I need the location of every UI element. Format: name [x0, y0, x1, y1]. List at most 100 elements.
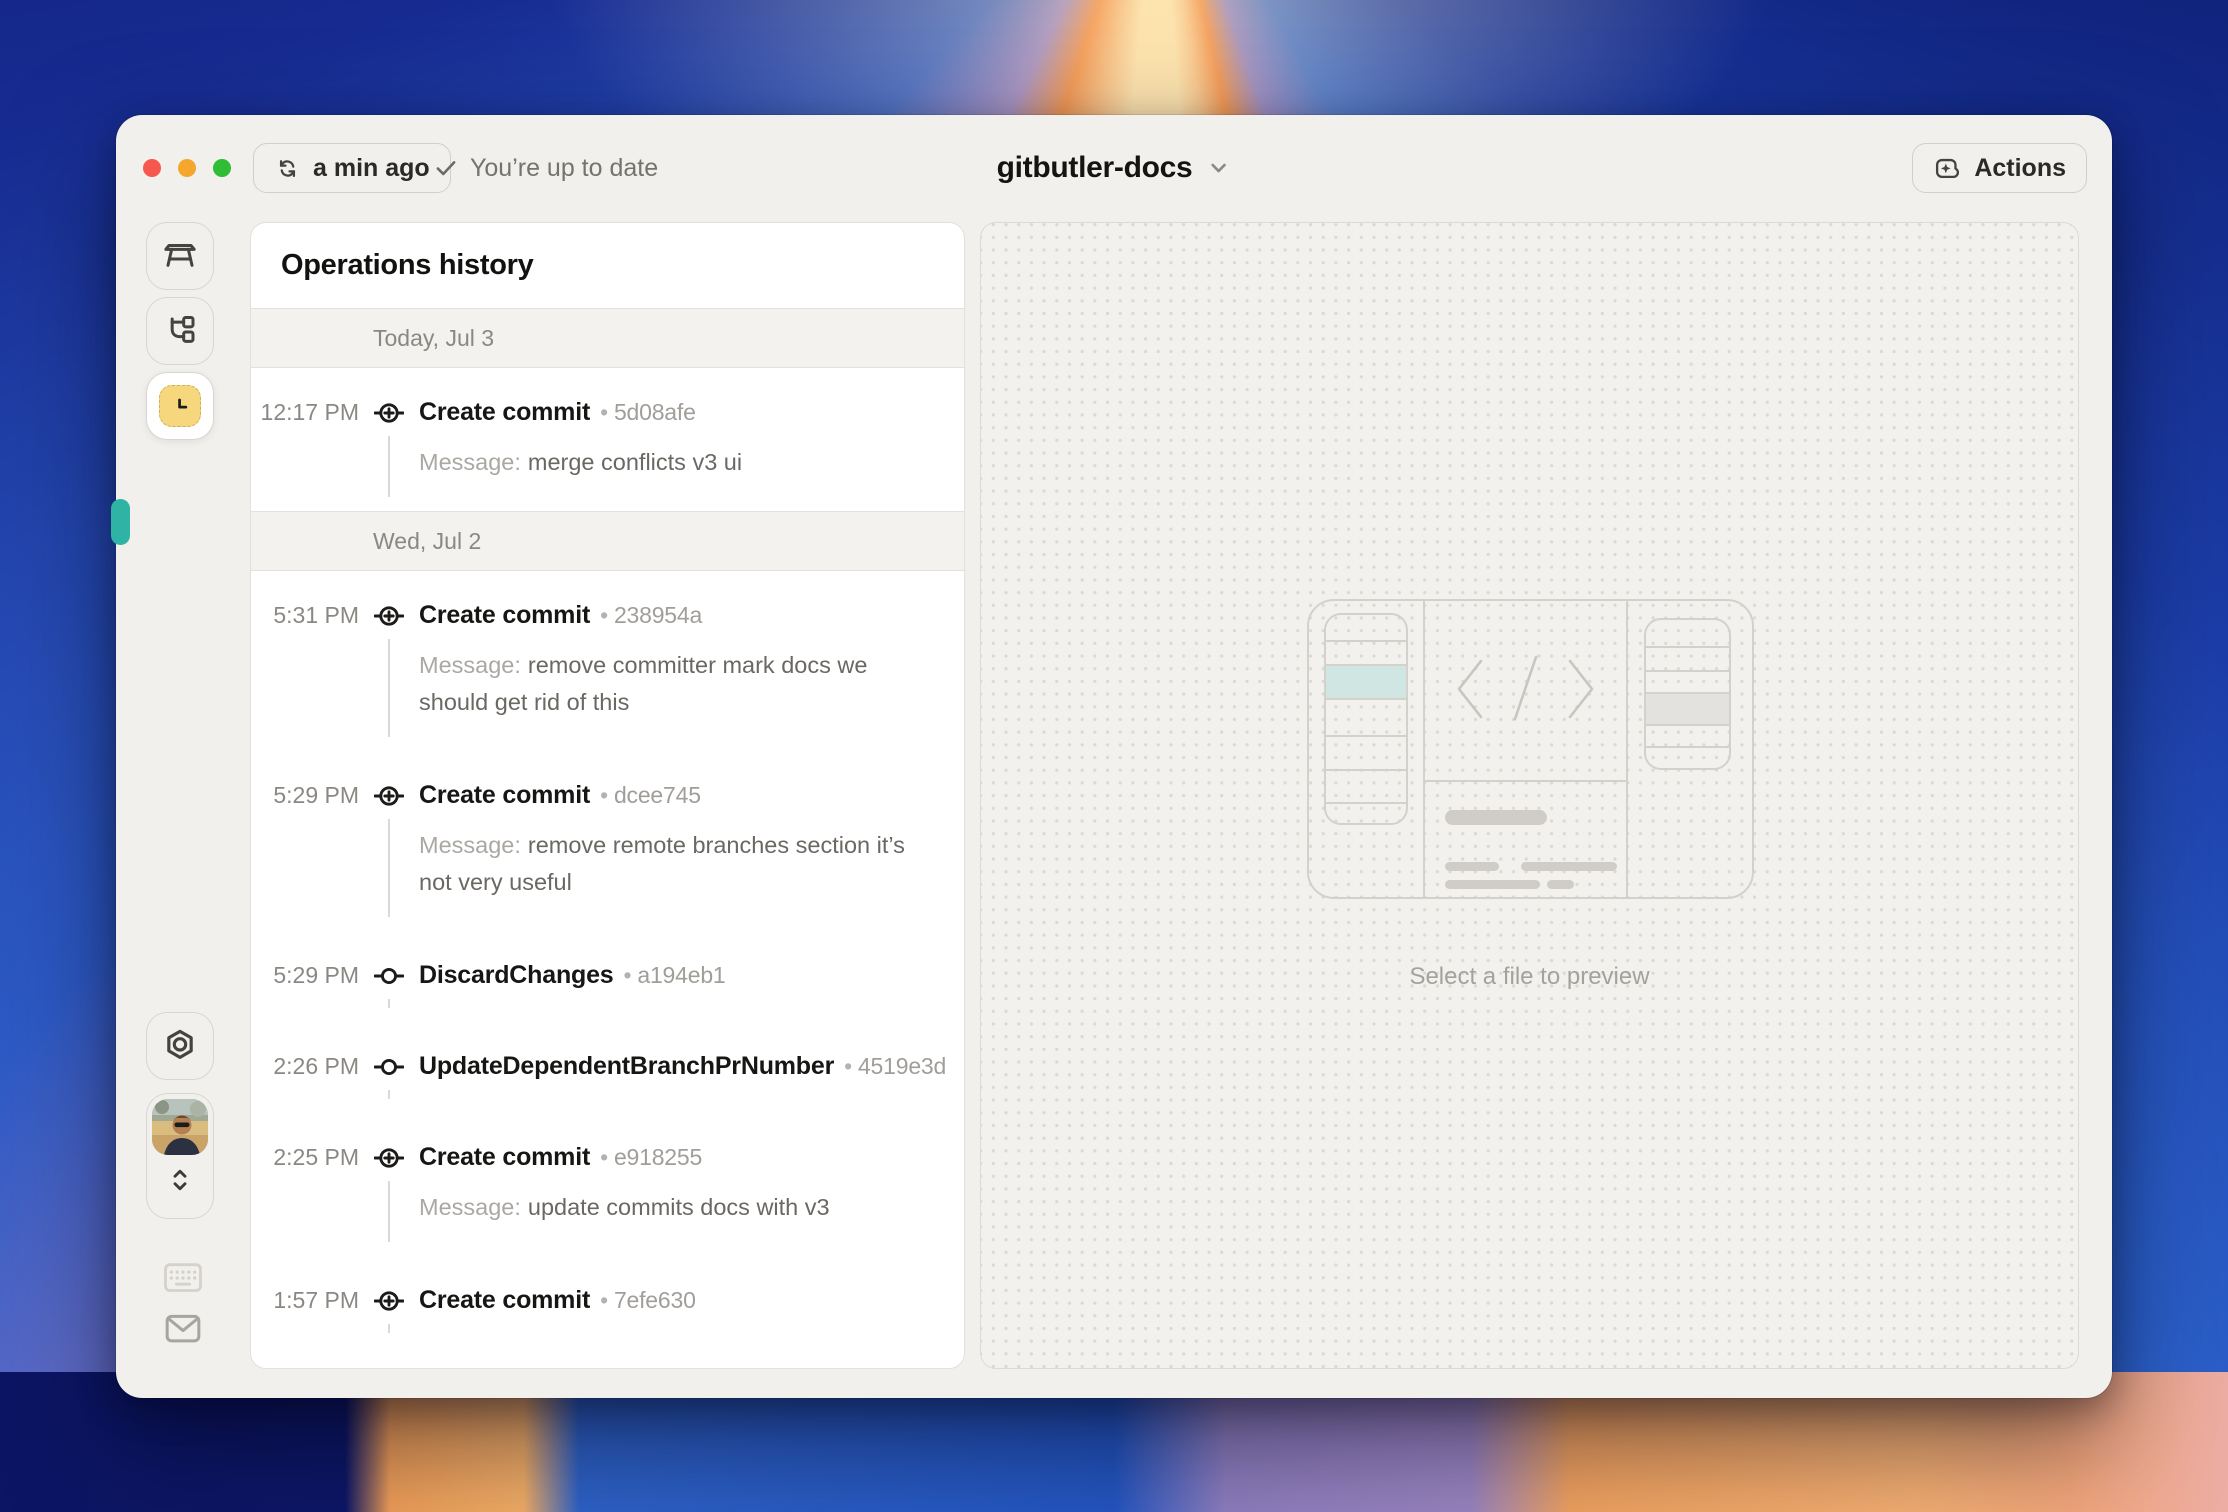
operations-history-panel: Operations history Today, Jul 3 12:17 PM…	[250, 222, 965, 1369]
date-header: Wed, Jul 2	[251, 511, 964, 571]
sidebar	[111, 222, 250, 1398]
sidebar-item-settings[interactable]	[146, 1012, 214, 1080]
entry-icon-column	[359, 1140, 419, 1242]
bullet: •	[600, 399, 608, 425]
entry-time: 2:26 PM	[273, 1053, 359, 1079]
operation-entry[interactable]: 5:29 PM DiscardChanges • a194eb1	[251, 931, 964, 1022]
sidebar-item-branches[interactable]	[146, 297, 214, 365]
bullet: •	[844, 1053, 852, 1079]
commit-icon	[374, 1058, 404, 1076]
commit-plus-icon	[374, 786, 404, 806]
workbench-icon	[164, 244, 196, 267]
sidebar-item-workspace[interactable]	[146, 222, 214, 290]
project-name: gitbutler-docs	[996, 151, 1193, 184]
connector-line	[388, 819, 390, 917]
actions-button[interactable]: Actions	[1912, 143, 2087, 193]
connector-line	[388, 436, 390, 497]
commit-plus-icon	[374, 606, 404, 626]
zoom-button[interactable]	[213, 159, 231, 177]
history-group: Wed, Jul 2 5:31 PM Create commit • 238954a…	[251, 511, 964, 1347]
entry-content: Create commit • dcee745 Message: remove rem…	[419, 778, 936, 901]
entry-message: Message: remove remote branches section i…	[419, 827, 919, 901]
message-label: Message:	[419, 1194, 521, 1220]
date-header-label: Wed, Jul 2	[373, 527, 482, 554]
feedback-button[interactable]	[116, 1312, 250, 1346]
entry-title: DiscardChanges	[419, 961, 614, 989]
traffic-lights	[143, 159, 231, 177]
entry-icon-column	[359, 778, 419, 917]
entry-title: Create commit	[419, 601, 591, 629]
message-text: update commits docs with v3	[527, 1194, 830, 1220]
entry-icon-column	[359, 958, 419, 1008]
branches-icon	[170, 316, 195, 343]
entry-content: DiscardChanges • a194eb1	[419, 958, 936, 992]
entry-hash: 238954a	[613, 602, 703, 628]
entry-time: 5:29 PM	[273, 962, 359, 988]
operation-entry[interactable]: 5:31 PM Create commit • 238954a Message: re…	[251, 571, 964, 751]
entry-icon-column	[359, 1049, 419, 1099]
commit-plus-icon	[374, 403, 404, 423]
actions-button-label: Actions	[1974, 153, 2066, 182]
keyboard-icon	[164, 1263, 202, 1292]
entry-content: Create commit • 238954a Message: remove com…	[419, 598, 936, 721]
sync-status[interactable]: You’re up to date	[433, 143, 658, 193]
entry-hash: 5d08afe	[613, 399, 696, 425]
entry-time: 5:31 PM	[273, 602, 359, 628]
message-label: Message:	[419, 652, 521, 678]
entry-content: UpdateDependentBranchPrNumber • 4519e3d	[419, 1049, 946, 1083]
sidebar-item-history[interactable]	[146, 372, 214, 440]
mail-icon	[165, 1314, 201, 1343]
message-label: Message:	[419, 449, 521, 475]
commit-plus-icon	[374, 1291, 404, 1311]
page-title: Operations history	[281, 249, 534, 281]
switcher-chevrons-icon	[173, 1169, 187, 1191]
commit-icon	[374, 967, 404, 985]
preview-placeholder-illustration	[1306, 599, 1754, 904]
date-header-label: Today, Jul 3	[373, 324, 495, 351]
desktop: a min ago You’re up to date gitbutler-do…	[0, 0, 2228, 1512]
entry-content: Create commit • e918255 Message: update com…	[419, 1140, 936, 1226]
entry-message: Message: update commits docs with v3	[419, 1189, 919, 1226]
connector-line	[388, 1181, 390, 1242]
commit-plus-icon	[374, 1148, 404, 1168]
connector-line	[388, 999, 390, 1008]
settings-icon	[167, 1029, 193, 1059]
history-group: Today, Jul 3 12:17 PM Create commit • 5d08…	[251, 308, 964, 511]
chevron-down-icon	[1211, 163, 1226, 173]
sparkle-actions-icon	[1936, 158, 1960, 178]
message-label: Message:	[419, 832, 521, 858]
profile-switcher[interactable]	[146, 1093, 214, 1219]
bullet: •	[600, 782, 608, 808]
entry-title: Create commit	[419, 1143, 591, 1171]
entry-time: 1:57 PM	[273, 1287, 359, 1313]
operation-entry[interactable]: 1:57 PM Create commit • 7efe630	[251, 1256, 964, 1347]
sync-icon	[279, 159, 296, 177]
bullet: •	[623, 962, 632, 988]
project-selector[interactable]: gitbutler-docs	[997, 143, 1232, 193]
connector-line	[388, 1090, 390, 1099]
avatar	[152, 1099, 208, 1155]
entry-message: Message: remove committer mark docs we sh…	[419, 647, 919, 721]
preview-placeholder-text: Select a file to preview	[1409, 963, 1650, 990]
entry-title: Create commit	[419, 398, 591, 426]
entry-content: Create commit • 7efe630	[419, 1283, 936, 1317]
entry-title: Create commit	[419, 781, 591, 809]
group-entries: 12:17 PM Create commit • 5d08afe Message: m…	[251, 368, 964, 511]
history-list: Today, Jul 3 12:17 PM Create commit • 5d08…	[251, 308, 964, 1347]
keyboard-shortcuts-button[interactable]	[116, 1262, 250, 1294]
checkmark-icon	[436, 161, 456, 176]
operation-entry[interactable]: 2:25 PM Create commit • e918255 Message: up…	[251, 1113, 964, 1256]
operation-entry[interactable]: 12:17 PM Create commit • 5d08afe Message: m…	[251, 368, 964, 511]
entry-hash: 7efe630	[613, 1287, 696, 1313]
minimize-button[interactable]	[178, 159, 196, 177]
entry-content: Create commit • 5d08afe Message: merge conf…	[419, 395, 936, 481]
entry-icon-column	[359, 598, 419, 737]
operation-entry[interactable]: 5:29 PM Create commit • dcee745 Message: re…	[251, 751, 964, 931]
connector-line	[388, 639, 390, 737]
date-header: Today, Jul 3	[251, 308, 964, 368]
sync-status-label: You’re up to date	[470, 153, 659, 182]
close-button[interactable]	[143, 159, 161, 177]
operation-entry[interactable]: 2:26 PM UpdateDependentBranchPrNumber • 45…	[251, 1022, 964, 1113]
entry-hash: a194eb1	[637, 962, 726, 988]
sync-button[interactable]: a min ago	[253, 143, 451, 193]
